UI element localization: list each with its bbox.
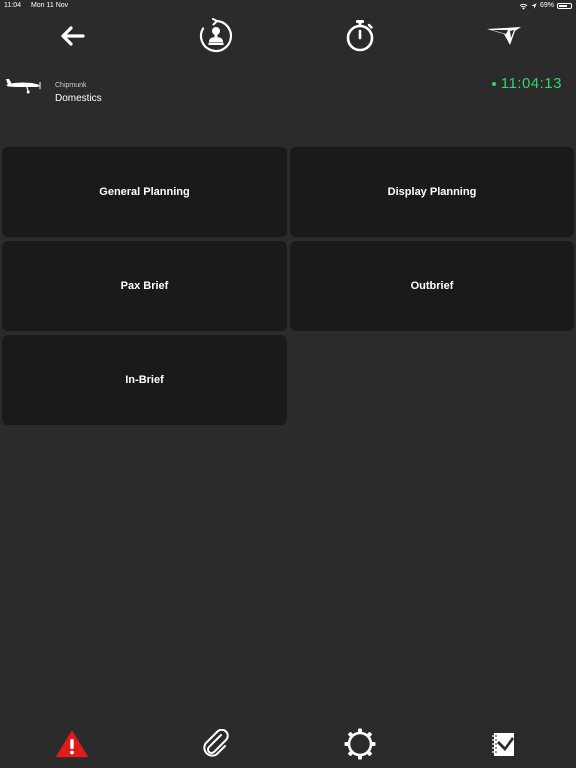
gear-icon	[344, 728, 376, 760]
tile-outbrief[interactable]: Outbrief	[290, 241, 574, 331]
paperclip-icon	[203, 729, 229, 757]
signature-button[interactable]	[484, 722, 524, 766]
attachment-button[interactable]	[196, 722, 236, 766]
clock: 11:04:13	[491, 75, 562, 92]
tile-general-planning[interactable]: General Planning	[2, 147, 287, 237]
tile-label: In-Brief	[125, 374, 164, 386]
back-arrow-icon	[61, 26, 85, 46]
bottom-toolbar	[0, 722, 576, 766]
back-button[interactable]	[52, 14, 92, 58]
stamp-button[interactable]	[196, 14, 236, 58]
tile-label: Outbrief	[410, 280, 454, 292]
clock-time: 11:04:13	[500, 75, 562, 92]
warning-icon	[56, 730, 88, 758]
signature-icon	[492, 733, 514, 756]
settings-button[interactable]	[340, 722, 380, 766]
wifi-icon	[519, 3, 528, 10]
battery-icon	[557, 3, 572, 9]
tile-label: Pax Brief	[120, 280, 169, 292]
aircraft-header: Chipmunk Domestics 11:04:13	[0, 70, 576, 110]
tile-in-brief[interactable]: In-Brief	[2, 335, 287, 425]
status-time: 11:04	[4, 2, 21, 9]
status-bar: 11:04 Mon 11 Nov 69%	[0, 0, 576, 12]
location-arrow-icon	[531, 3, 537, 9]
tile-label: Display Planning	[387, 186, 477, 198]
aircraft-type: Chipmunk	[55, 82, 87, 89]
status-date: Mon 11 Nov	[30, 2, 69, 9]
warning-button[interactable]	[52, 722, 92, 766]
aircraft-silhouette-icon	[6, 79, 41, 94]
app-logo-button[interactable]	[484, 14, 524, 58]
clock-status-dot	[491, 81, 496, 86]
battery-percent: 69%	[539, 2, 554, 9]
aircraft-mission: Domestics	[55, 93, 102, 104]
tile-display-planning[interactable]: Display Planning	[290, 147, 574, 237]
stopwatch-icon	[346, 20, 374, 52]
stopwatch-button[interactable]	[340, 14, 380, 58]
app-logo-icon	[487, 27, 521, 45]
tile-label: General Planning	[99, 186, 190, 198]
stamp-rotate-icon	[199, 18, 233, 53]
tile-pax-brief[interactable]: Pax Brief	[2, 241, 287, 331]
top-toolbar	[0, 14, 576, 60]
